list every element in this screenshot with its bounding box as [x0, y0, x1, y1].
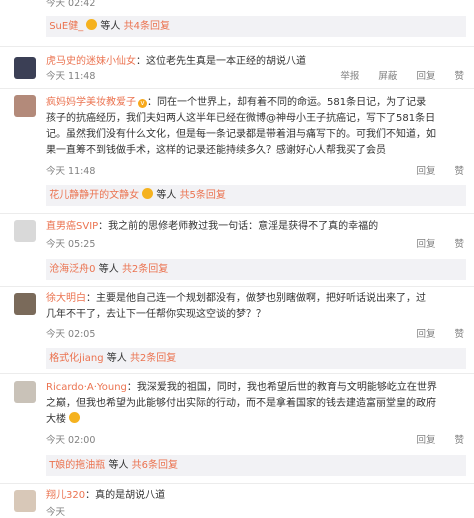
more-replies-link[interactable]: 共6条回复 — [132, 460, 178, 471]
reply-text: 等人 — [100, 21, 121, 32]
more-replies-link[interactable]: 共5条回复 — [180, 190, 226, 201]
comment-time: 今天 11:48 — [46, 166, 96, 177]
comment-time: 今天 02:05 — [46, 329, 96, 340]
divider — [0, 213, 474, 214]
comment-line: 记。虽然我们没有什么文化，但是每一条记录都是带着泪与痛写下的。可我们不知道，如 — [46, 129, 436, 140]
avatar[interactable] — [14, 95, 36, 117]
comment-line: 主要是他自己连一个规划都没有，做梦也别瞎做啊，把好听话说出来了，过 — [96, 293, 426, 304]
like-button[interactable]: 赞 — [454, 329, 464, 340]
comment-line: 同在一个世界上，却有着不同的命运。581条日记，为了记录 — [157, 97, 427, 108]
more-replies-link[interactable]: 共2条回复 — [122, 264, 168, 275]
like-button[interactable]: 赞 — [454, 239, 464, 250]
comment-line: 孩子的抗癌经历，我们夫妇两人这半年已经在微博@神母小王子抗癌记，写下了581条日 — [46, 113, 436, 124]
comment-body: 翔儿320：真的是胡说八道 — [46, 490, 166, 501]
report-button[interactable]: 举报 — [340, 71, 359, 82]
comment-text: 这位老先生真是一本正经的胡说八道 — [146, 56, 306, 67]
divider — [0, 88, 474, 89]
avatar[interactable] — [14, 57, 36, 79]
reply-button[interactable]: 回复 — [416, 166, 435, 177]
comment-author[interactable]: Ricardo·A·Young — [46, 382, 127, 393]
comment-line: 大楼 — [46, 414, 66, 425]
comment-line: 之巅，但我也希望为此能够付出实际的行动，而不是拿着国家的钱去建造富丽堂皇的政府 — [46, 398, 436, 409]
comment-line: 几年不干了，去让下一任帮你实现这空谈的梦？？ — [46, 309, 266, 320]
comment-actions: 回复 赞 — [400, 432, 464, 446]
emoji-icon — [86, 19, 98, 30]
reply-author[interactable]: 沧海泛舟0 — [49, 264, 95, 275]
comment-body: 徐大明白：主要是他自己连一个规划都没有，做梦也别瞎做啊，把好听话说出来了，过 几… — [46, 291, 466, 323]
reply-summary[interactable]: 花儿静静开的文静女 等人 共5条回复 — [46, 185, 466, 206]
reply-button[interactable]: 回复 — [416, 329, 435, 340]
divider — [0, 286, 474, 287]
reply-summary[interactable]: T娘的拖油瓶 等人 共6条回复 — [46, 455, 466, 476]
emoji-icon — [69, 412, 80, 423]
comment-actions: 回复 赞 — [400, 326, 464, 340]
reply-button[interactable]: 回复 — [416, 71, 435, 82]
comment-body: Ricardo·A·Young：我深爱我的祖国，同时，我也希望后世的教育与文明能… — [46, 380, 466, 428]
reply-text: 等人 — [98, 264, 119, 275]
comment-actions: 回复 赞 — [400, 236, 464, 250]
comment-author[interactable]: 虎马史的迷妹小仙女 — [46, 56, 136, 67]
divider — [0, 373, 474, 374]
comment-time: 今天 05:25 — [46, 239, 96, 250]
reply-summary[interactable]: SuE健_ 等人 共4条回复 — [46, 16, 466, 37]
more-replies-link[interactable]: 共4条回复 — [124, 21, 170, 32]
comment-time: 今天 — [46, 507, 66, 518]
reply-text: 等人 — [156, 190, 177, 201]
block-button[interactable]: 屏蔽 — [378, 71, 397, 82]
reply-summary[interactable]: 格式化jiang 等人 共2条回复 — [46, 348, 466, 369]
comment-line: 我深爱我的祖国，同时，我也希望后世的教育与文明能够屹立在世界 — [136, 382, 437, 393]
divider — [0, 483, 474, 484]
reply-text: 等人 — [106, 353, 127, 364]
avatar[interactable] — [14, 381, 36, 403]
comment-text: 真的是胡说八道 — [95, 490, 166, 501]
more-replies-link[interactable]: 共2条回复 — [130, 353, 176, 364]
reply-button[interactable]: 回复 — [416, 239, 435, 250]
like-button[interactable]: 赞 — [454, 435, 464, 446]
reply-summary[interactable]: 沧海泛舟0 等人 共2条回复 — [46, 259, 466, 280]
reply-button[interactable]: 回复 — [416, 435, 435, 446]
reply-author[interactable]: 格式化jiang — [49, 353, 103, 364]
verified-badge-icon: v — [138, 99, 147, 108]
reply-author[interactable]: T娘的拖油瓶 — [49, 460, 105, 471]
comment-body: 疯妈妈学美妆教爱子 v ：同在一个世界上，却有着不同的命运。581条日记，为了记录 … — [46, 95, 466, 159]
comment-time: 今天 02:42 — [46, 0, 96, 9]
comment-author[interactable]: 翔儿320 — [46, 490, 85, 501]
divider — [0, 46, 474, 47]
comment-author[interactable]: 徐大明白 — [46, 293, 86, 304]
comment-line: 果一直筹不到钱做手术，这样的记录还能持续多久？感谢好心人帮我买了会员 — [46, 145, 386, 156]
reply-author[interactable]: SuE健_ — [49, 21, 83, 32]
avatar[interactable] — [14, 293, 36, 315]
comment-actions: 举报 屏蔽 回复 赞 — [324, 68, 464, 82]
comment-body: 直男癌SVIP：我之前的思修老师教过我一句话：意淫是获得不了真的幸福的 — [46, 221, 379, 232]
comment-actions: 回复 赞 — [400, 163, 464, 177]
reply-author[interactable]: 花儿静静开的文静女 — [49, 190, 139, 201]
like-button[interactable]: 赞 — [454, 166, 464, 177]
comment-author[interactable]: 疯妈妈学美妆教爱子 — [46, 97, 136, 108]
avatar[interactable] — [14, 490, 36, 512]
comment-time: 今天 02:00 — [46, 435, 96, 446]
reply-text: 等人 — [108, 460, 129, 471]
like-button[interactable]: 赞 — [454, 71, 464, 82]
comment-text: 我之前的思修老师教过我一句话：意淫是获得不了真的幸福的 — [108, 221, 379, 232]
emoji-icon — [142, 188, 154, 199]
comment-time: 今天 11:48 — [46, 71, 96, 82]
comment-author[interactable]: 直男癌SVIP — [46, 221, 98, 232]
avatar[interactable] — [14, 220, 36, 242]
